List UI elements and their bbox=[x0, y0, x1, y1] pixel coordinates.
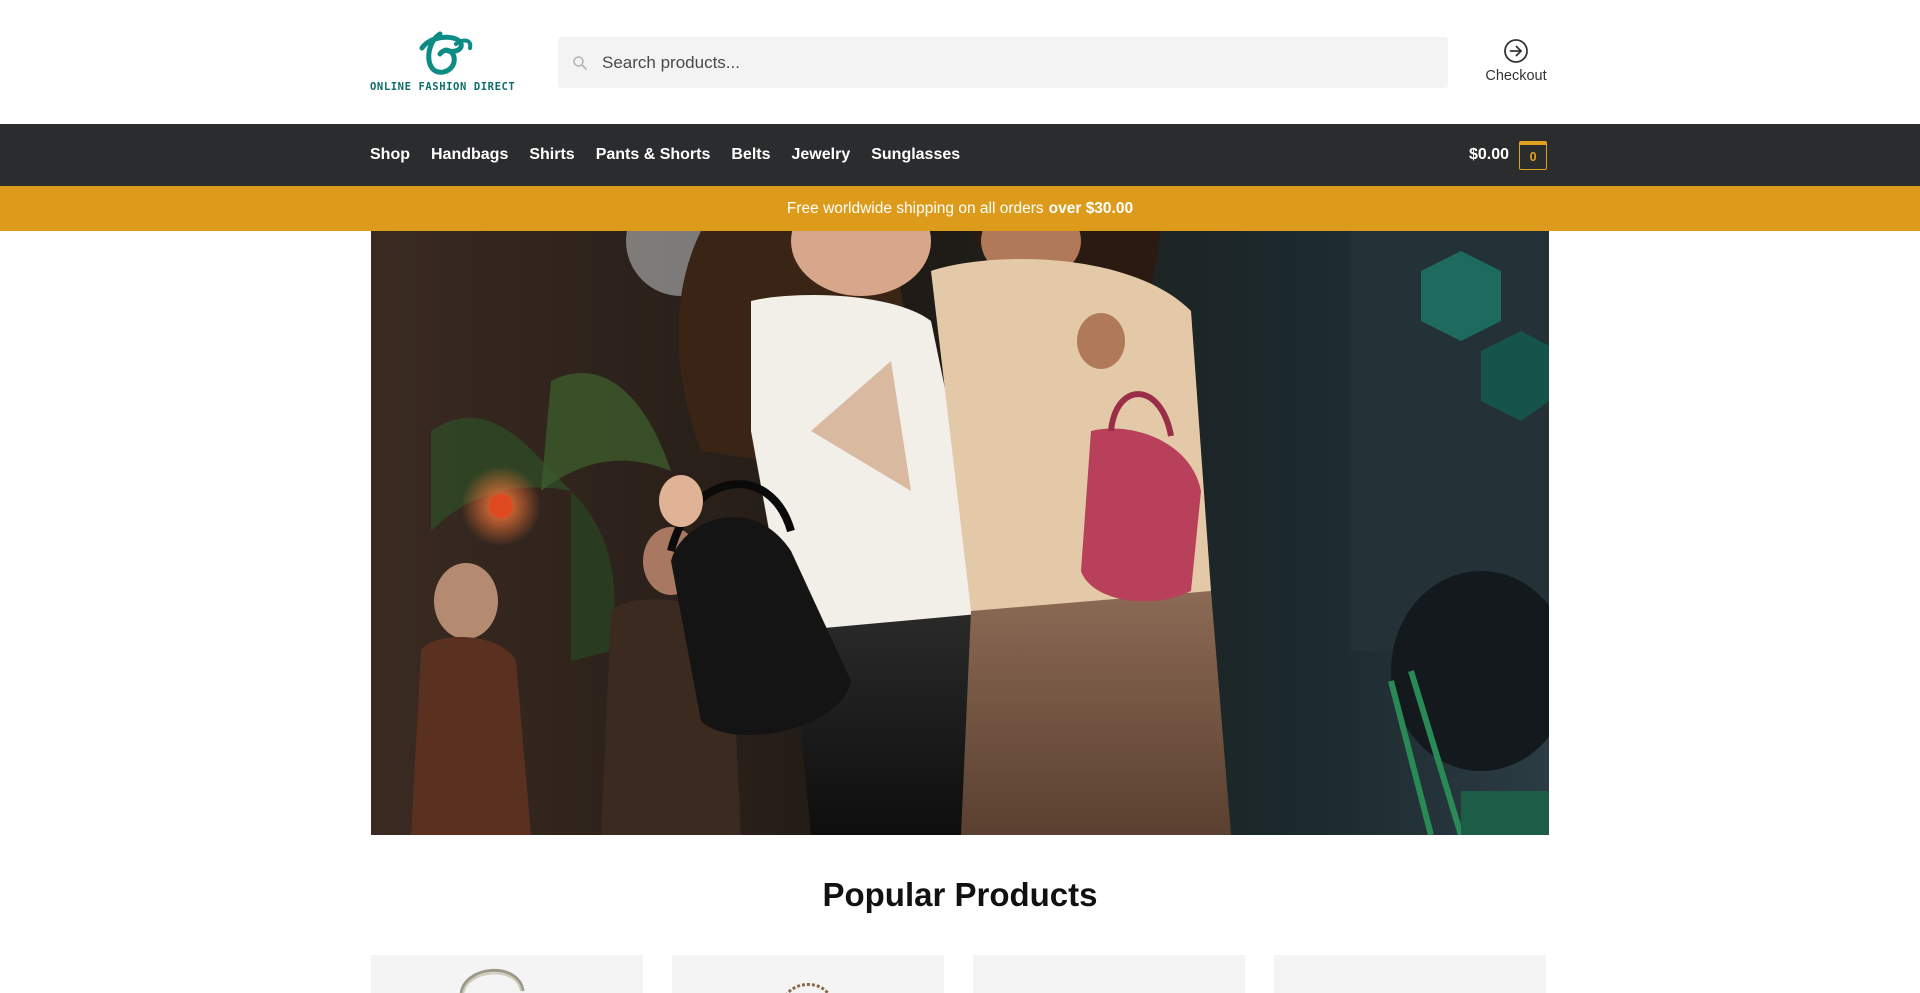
nav-item-handbags[interactable]: Handbags bbox=[431, 146, 508, 164]
product-image bbox=[459, 968, 525, 993]
logo-text: ONLINE FASHION DIRECT bbox=[370, 81, 516, 93]
nav-item-jewelry[interactable]: Jewelry bbox=[792, 146, 851, 164]
nav-item-shirts[interactable]: Shirts bbox=[529, 146, 574, 164]
promo-banner: Free worldwide shipping on all orders ov… bbox=[0, 186, 1920, 231]
nav-item-sunglasses[interactable]: Sunglasses bbox=[871, 146, 960, 164]
product-card[interactable] bbox=[973, 955, 1245, 993]
nav-item-belts[interactable]: Belts bbox=[731, 146, 770, 164]
arrow-circle-right-icon bbox=[1504, 39, 1528, 63]
checkout-link[interactable]: Checkout bbox=[1476, 38, 1556, 92]
mini-cart[interactable]: $0.00 0 bbox=[1469, 139, 1548, 171]
hero-image bbox=[371, 231, 1549, 835]
promo-highlight: over $30.00 bbox=[1048, 199, 1134, 217]
search-icon bbox=[573, 55, 587, 70]
checkout-label: Checkout bbox=[1485, 68, 1547, 84]
logo-mark-icon bbox=[419, 31, 473, 75]
site-logo[interactable]: ONLINE FASHION DIRECT bbox=[370, 26, 516, 98]
product-card[interactable] bbox=[1274, 955, 1546, 993]
nav-item-shop[interactable]: Shop bbox=[370, 146, 410, 164]
promo-text: Free worldwide shipping on all orders bbox=[786, 199, 1044, 217]
search-input[interactable] bbox=[602, 37, 1422, 88]
product-card[interactable] bbox=[371, 955, 643, 993]
site-header: ONLINE FASHION DIRECT Checkout bbox=[0, 0, 1920, 124]
product-card[interactable] bbox=[672, 955, 944, 993]
hero-photo bbox=[371, 231, 1549, 835]
product-image bbox=[785, 983, 830, 993]
product-grid bbox=[371, 955, 1549, 993]
cart-total: $0.00 bbox=[1469, 146, 1510, 163]
section-title: Popular Products bbox=[822, 876, 1098, 913]
search-bar[interactable] bbox=[558, 37, 1448, 88]
cart-count-badge: 0 bbox=[1519, 140, 1548, 170]
primary-navigation: Shop Handbags Shirts Pants & Shorts Belt… bbox=[0, 124, 1920, 186]
nav-item-pants-shorts[interactable]: Pants & Shorts bbox=[596, 146, 711, 164]
